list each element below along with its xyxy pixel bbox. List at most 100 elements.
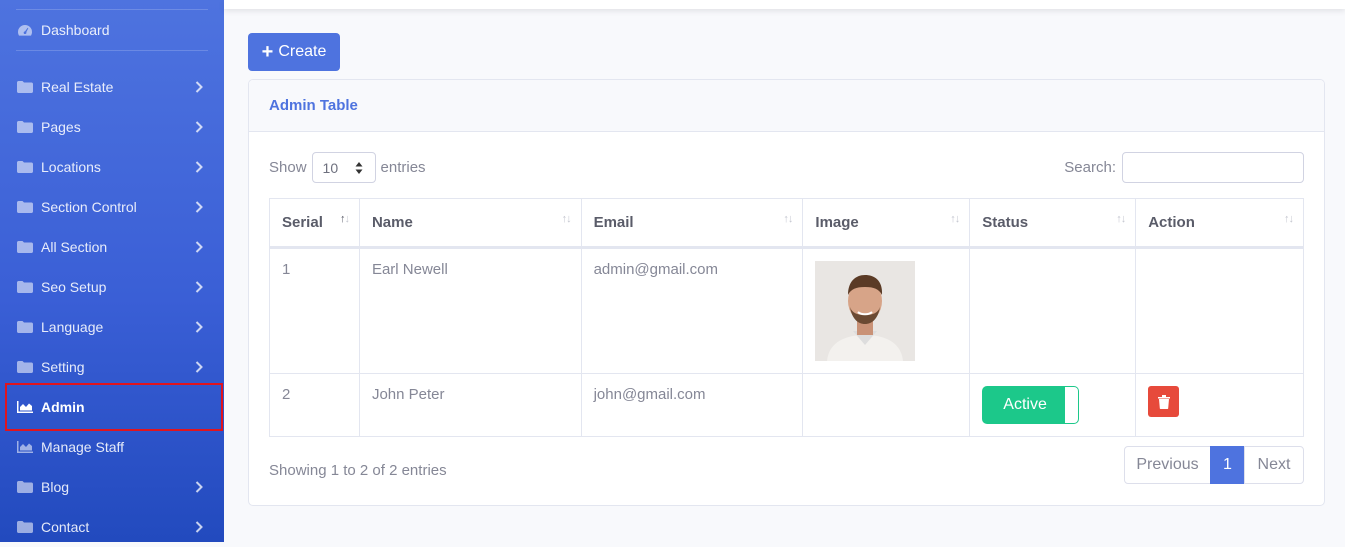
sidebar-item-all-section[interactable]: All Section — [0, 227, 224, 267]
sort-icon: ↑↓ — [950, 213, 960, 225]
sort-icon: ↑↓ — [1116, 213, 1126, 225]
cell-action — [1135, 373, 1304, 437]
card-title: Admin Table — [269, 97, 358, 114]
table-header-row: Serial ↑↓ Name ↑↓ Email ↑↓ Image ↑↓ Status ↑↓… — [269, 198, 1304, 249]
sidebar-item-section-control[interactable]: Section Control — [0, 187, 224, 227]
sidebar-item-label: Real Estate — [41, 79, 114, 95]
sidebar-item-label: Dashboard — [41, 22, 110, 38]
chevron-right-icon — [195, 281, 203, 293]
cell-name: Earl Newell — [358, 247, 582, 374]
cell-email: admin@gmail.com — [580, 247, 804, 374]
folder-icon — [17, 241, 33, 253]
topbar — [224, 0, 1345, 9]
admin-photo — [815, 261, 916, 361]
sidebar: Dashboard Real Estate Pages Locations Se… — [0, 0, 224, 542]
sidebar-item-contact[interactable]: Contact — [0, 507, 224, 547]
folder-icon — [17, 121, 33, 133]
sort-asc-icon: ↑↓ — [339, 213, 350, 225]
cell-serial: 1 — [269, 247, 360, 374]
column-label: Image — [815, 214, 859, 231]
page-length-select[interactable]: 10 — [311, 152, 376, 183]
sidebar-item-label: Locations — [41, 159, 101, 175]
cell-status — [969, 247, 1137, 374]
sidebar-item-label: Language — [41, 319, 104, 335]
search-control: Search: — [1064, 152, 1304, 183]
search-label: Search: — [1064, 159, 1116, 176]
column-label: Action — [1148, 214, 1195, 231]
table-row: 1 Earl Newell admin@gmail.com — [269, 247, 1304, 374]
sidebar-item-real-estate[interactable]: Real Estate — [0, 67, 224, 107]
folder-icon — [17, 201, 33, 213]
sidebar-item-label: Setting — [41, 359, 85, 375]
column-header-action[interactable]: Action ↑↓ — [1135, 198, 1304, 249]
toggle-knob — [1065, 387, 1079, 423]
column-label: Email — [593, 214, 634, 231]
chevron-right-icon — [195, 161, 203, 173]
column-label: Name — [371, 214, 413, 231]
sidebar-item-setting[interactable]: Setting — [0, 347, 224, 387]
chevron-right-icon — [195, 481, 203, 493]
table-info: Showing 1 to 2 of 2 entries — [269, 462, 447, 479]
sidebar-item-label: Pages — [41, 119, 81, 135]
tachometer-icon — [18, 25, 32, 36]
sidebar-item-manage-staff[interactable]: Manage Staff — [0, 427, 224, 467]
sort-caret-icon — [355, 162, 363, 174]
sidebar-item-blog[interactable]: Blog — [0, 467, 224, 507]
sidebar-item-label: All Section — [41, 239, 108, 255]
delete-button[interactable] — [1148, 386, 1180, 417]
page-length-control: Show 10 entries — [269, 152, 426, 183]
folder-icon — [17, 361, 33, 373]
sidebar-item-dashboard[interactable]: Dashboard — [0, 10, 224, 50]
sort-icon: ↑↓ — [783, 213, 793, 225]
admin-table-card: Admin Table Show 10 entries Search: Seri… — [248, 79, 1325, 506]
cell-image — [802, 373, 971, 437]
selection-highlight — [5, 383, 223, 431]
sidebar-divider — [16, 50, 208, 51]
cell-email: john@gmail.com — [580, 373, 804, 437]
page-length-value: 10 — [322, 159, 339, 176]
page-number-button[interactable]: 1 — [1210, 446, 1245, 484]
sidebar-item-locations[interactable]: Locations — [0, 147, 224, 187]
previous-page-button[interactable]: Previous — [1124, 446, 1211, 484]
sidebar-item-seo-setup[interactable]: Seo Setup — [0, 267, 224, 307]
create-button-label: Create — [278, 43, 327, 60]
column-header-status[interactable]: Status ↑↓ — [969, 198, 1137, 249]
cell-action — [1135, 247, 1304, 374]
cell-serial: 2 — [269, 373, 360, 437]
chevron-right-icon — [195, 121, 203, 133]
sidebar-item-label: Manage Staff — [41, 439, 125, 455]
sort-icon: ↑↓ — [1284, 213, 1294, 225]
column-header-name[interactable]: Name ↑↓ — [358, 198, 582, 249]
sort-icon: ↑↓ — [561, 213, 572, 225]
chevron-right-icon — [195, 241, 203, 253]
column-label: Serial — [282, 214, 323, 231]
sidebar-item-label: Section Control — [41, 199, 137, 215]
column-header-email[interactable]: Email ↑↓ — [580, 198, 804, 249]
cell-status: Active — [969, 373, 1137, 437]
show-label: Show — [269, 159, 307, 176]
chevron-right-icon — [195, 81, 203, 93]
folder-icon — [17, 481, 33, 493]
folder-icon — [17, 321, 33, 333]
next-page-button[interactable]: Next — [1244, 446, 1304, 484]
column-header-image[interactable]: Image ↑↓ — [802, 198, 971, 249]
sidebar-item-label: Blog — [41, 479, 70, 495]
cell-image — [802, 247, 971, 374]
folder-icon — [17, 521, 33, 533]
card-header: Admin Table — [249, 80, 1324, 132]
status-toggle[interactable]: Active — [982, 386, 1080, 424]
status-toggle-label: Active — [1003, 396, 1047, 413]
sidebar-item-pages[interactable]: Pages — [0, 107, 224, 147]
plus-icon: + — [261, 41, 274, 63]
search-input[interactable] — [1122, 152, 1304, 183]
entries-label: entries — [380, 159, 426, 176]
folder-icon — [17, 81, 33, 93]
trash-icon — [1157, 394, 1170, 409]
sidebar-item-language[interactable]: Language — [0, 307, 224, 347]
chevron-right-icon — [195, 521, 203, 533]
column-header-serial[interactable]: Serial ↑↓ — [269, 198, 360, 249]
chevron-right-icon — [195, 361, 203, 373]
create-button[interactable]: + Create — [248, 33, 340, 71]
pagination: Previous 1 Next — [1124, 446, 1304, 484]
chevron-right-icon — [195, 321, 203, 333]
